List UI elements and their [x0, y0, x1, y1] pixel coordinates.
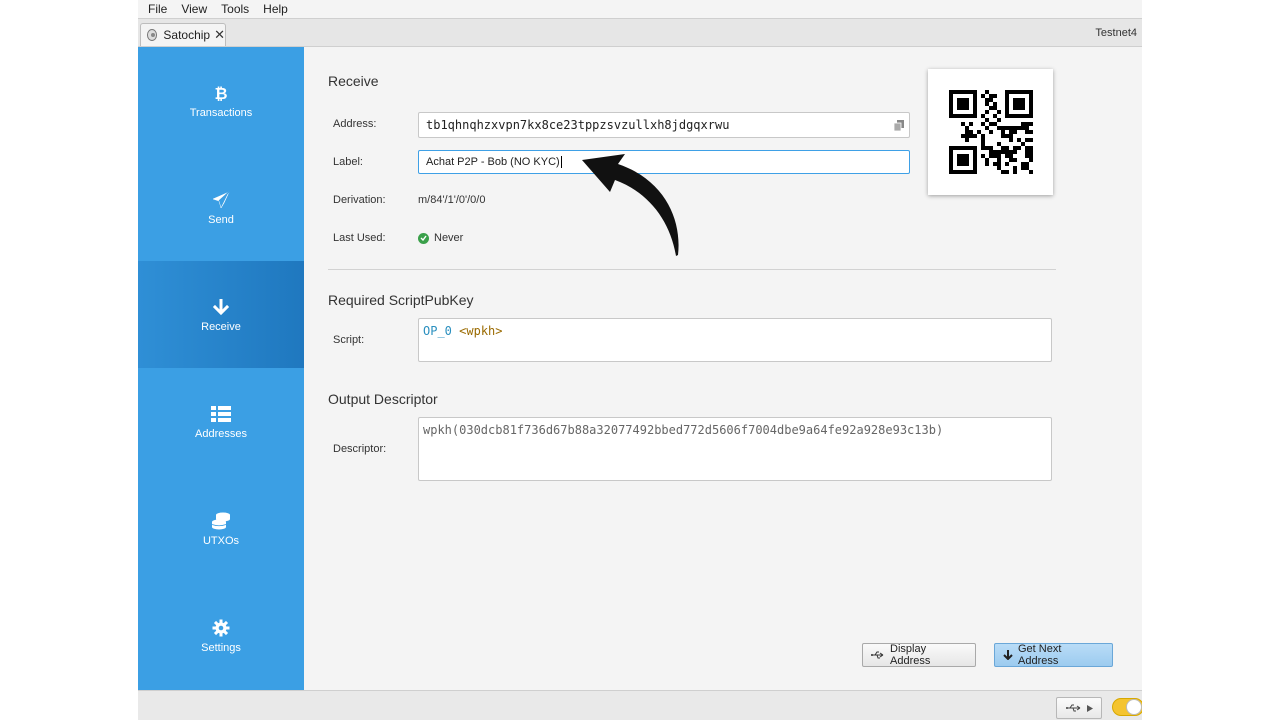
- sidebar-item-receive[interactable]: Receive: [138, 261, 304, 368]
- wallet-tab-label: Satochip: [163, 28, 211, 42]
- script-section-title: Required ScriptPubKey: [328, 292, 474, 308]
- menu-help[interactable]: Help: [256, 2, 295, 16]
- address-label: Address:: [333, 118, 377, 130]
- close-icon[interactable]: ✕: [214, 27, 225, 43]
- section-divider: [328, 269, 1056, 270]
- sidebar: ₿ Transactions Send Receive Addresses UT…: [138, 47, 304, 690]
- coins-icon: [211, 511, 231, 531]
- sidebar-item-label: Addresses: [195, 427, 247, 440]
- connection-toggle[interactable]: [1112, 698, 1142, 716]
- display-address-button[interactable]: Display Address: [862, 643, 976, 667]
- wallet-tab-strip: Satochip ✕ Testnet4: [138, 18, 1142, 47]
- sidebar-item-send[interactable]: Send: [138, 154, 304, 261]
- gear-icon: [212, 618, 230, 638]
- script-op-token: OP_0: [423, 324, 452, 338]
- get-next-address-button[interactable]: Get Next Address: [994, 643, 1113, 667]
- sidebar-item-label: Transactions: [189, 106, 253, 119]
- text-caret: [560, 156, 562, 168]
- copy-icon[interactable]: [894, 120, 904, 131]
- sidebar-item-transactions[interactable]: ₿ Transactions: [138, 47, 304, 154]
- usb-icon: [871, 651, 885, 659]
- sidebar-item-label: Send: [208, 213, 234, 226]
- list-icon: [211, 404, 231, 424]
- wallet-tab[interactable]: Satochip ✕: [140, 23, 226, 46]
- usb-icon: [1065, 704, 1080, 712]
- arrow-down-icon: [1003, 650, 1013, 660]
- display-address-label: Display Address: [890, 643, 931, 667]
- hardware-wallet-button[interactable]: [1056, 697, 1102, 719]
- qr-code[interactable]: [928, 69, 1053, 195]
- toggle-knob: [1126, 699, 1142, 715]
- descriptor-field[interactable]: wpkh(030dcb81f736d67b88a32077492bbed772d…: [418, 417, 1052, 481]
- script-label: Script:: [333, 334, 365, 346]
- receive-panel: Receive Address: tb1qhnqhzxvpn7kx8ce23tp…: [304, 47, 1142, 690]
- menu-tools[interactable]: Tools: [214, 2, 256, 16]
- sidebar-item-label: Receive: [201, 320, 241, 333]
- address-field[interactable]: tb1qhnqhzxvpn7kx8ce23tppzsvzullxh8jdgqxr…: [418, 112, 910, 138]
- last-used-value: Never: [418, 232, 463, 244]
- descriptor-label: Descriptor:: [333, 443, 387, 455]
- address-value: tb1qhnqhzxvpn7kx8ce23tppzsvzullxh8jdgqxr…: [426, 118, 730, 132]
- paper-plane-icon: [212, 190, 230, 210]
- menu-view[interactable]: View: [174, 2, 214, 16]
- last-used-label: Last Used:: [333, 232, 386, 244]
- derivation-label: Derivation:: [333, 194, 386, 206]
- script-arg-token: <wpkh>: [459, 324, 503, 338]
- menu-bar: File View Tools Help: [138, 0, 1142, 18]
- wallet-icon: [147, 29, 158, 41]
- play-icon: [1086, 704, 1093, 712]
- arrow-down-icon: [213, 297, 229, 317]
- check-icon: [418, 232, 429, 244]
- receive-title: Receive: [328, 73, 379, 89]
- last-used-text: Never: [434, 232, 464, 244]
- descriptor-value: wpkh(030dcb81f736d67b88a32077492bbed772d…: [423, 423, 944, 437]
- bitcoin-icon: ₿: [214, 83, 228, 103]
- menu-file[interactable]: File: [138, 2, 174, 16]
- sidebar-item-utxos[interactable]: UTXOs: [138, 475, 304, 582]
- sidebar-item-label: Settings: [201, 641, 241, 654]
- sidebar-item-label: UTXOs: [202, 534, 240, 547]
- network-label: Testnet4: [1095, 27, 1137, 39]
- derivation-value: m/84'/1'/0'/0/0: [418, 194, 486, 206]
- script-field[interactable]: OP_0 <wpkh>: [418, 318, 1052, 362]
- get-next-address-label: Get Next Address: [1018, 643, 1062, 667]
- status-bar: [138, 690, 1142, 720]
- svg-text:₿: ₿: [214, 84, 227, 102]
- annotation-arrow-icon: [582, 154, 679, 256]
- label-value: Achat P2P - Bob (NO KYC): [426, 156, 560, 168]
- wallet-window: File View Tools Help Satochip ✕ Testnet4…: [138, 0, 1142, 720]
- sidebar-item-settings[interactable]: Settings: [138, 582, 304, 689]
- sidebar-item-addresses[interactable]: Addresses: [138, 368, 304, 475]
- descriptor-section-title: Output Descriptor: [328, 391, 438, 407]
- label-label: Label:: [333, 156, 363, 168]
- qr-code-image: [948, 90, 1033, 174]
